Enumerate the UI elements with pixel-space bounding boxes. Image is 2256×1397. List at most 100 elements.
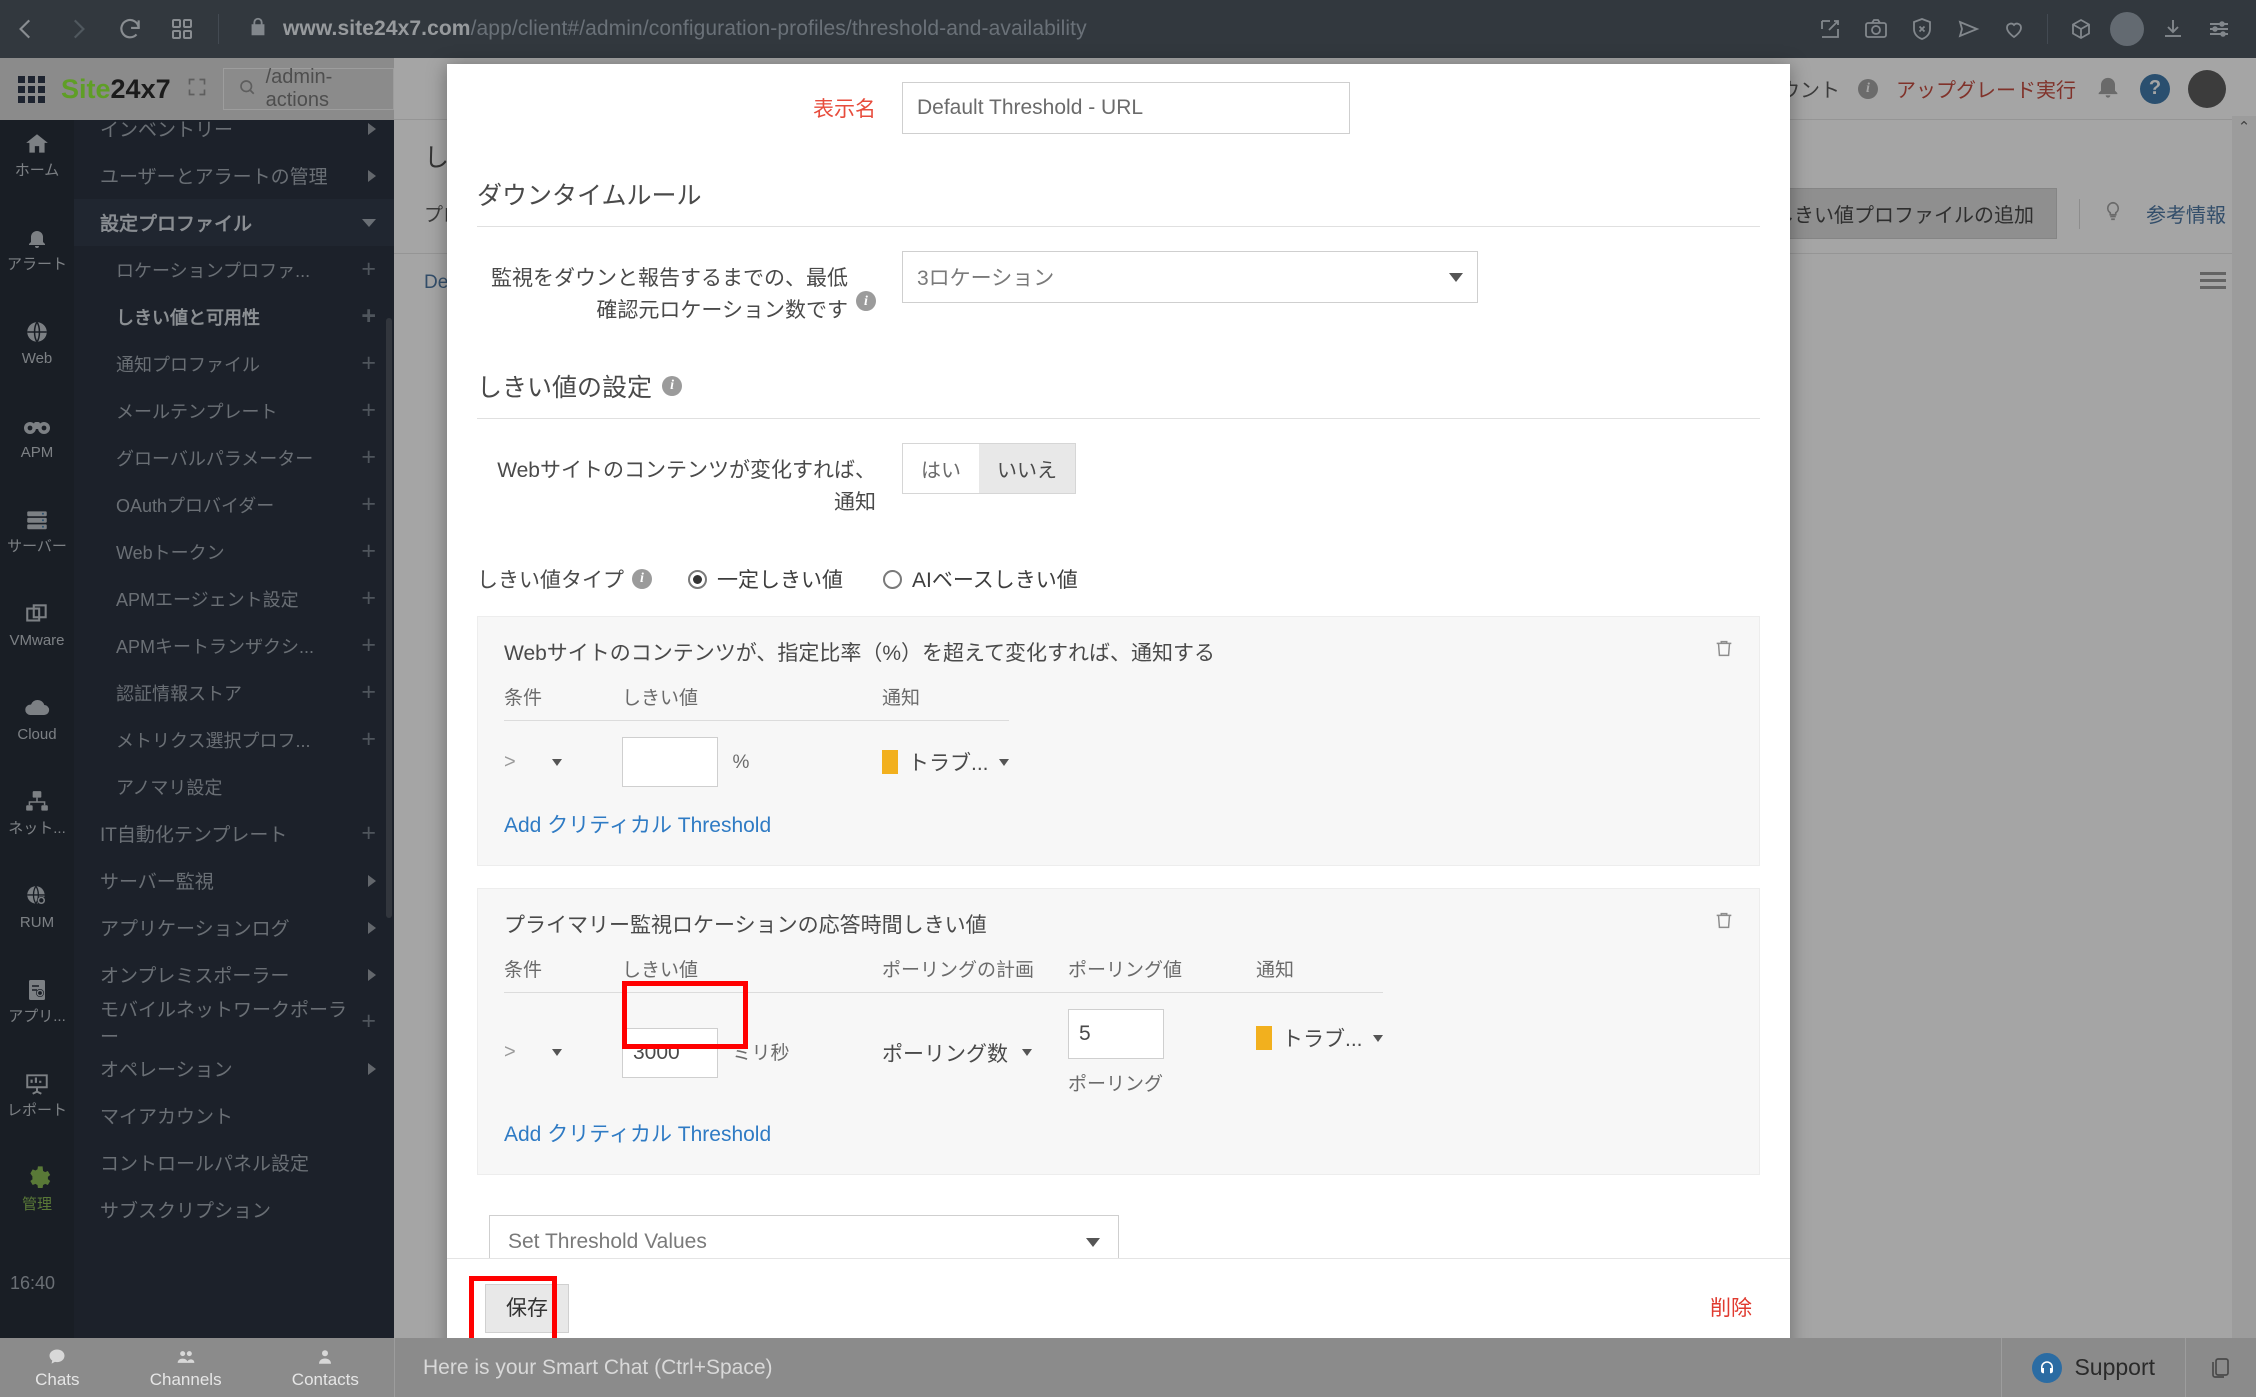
upgrade-link[interactable]: アップグレード実行 [1896, 74, 2076, 103]
min-locations-select[interactable]: 3ロケーション [902, 251, 1478, 303]
plus-icon[interactable]: + [361, 445, 376, 470]
sidebar-item-11[interactable]: APMエージェント設定 + [74, 575, 394, 622]
poll-value-input[interactable] [1068, 1009, 1164, 1059]
tab-chats[interactable]: Chats [35, 1346, 80, 1390]
rail-item-globe-search[interactable]: RUM [0, 858, 74, 952]
rail-item-layers[interactable]: VMware [0, 576, 74, 670]
sidebar-item-4[interactable]: ロケーションプロファ... + [74, 246, 394, 293]
plus-icon[interactable]: + [361, 821, 376, 846]
notification-select[interactable]: トラブ... [1256, 1023, 1383, 1053]
reference-link[interactable]: 参考情報 [2146, 199, 2226, 228]
trash-icon[interactable] [1713, 909, 1735, 936]
hamburger-icon[interactable] [2200, 272, 2226, 294]
rail-item-report[interactable]: レポート [0, 1046, 74, 1140]
sidebar-item-2[interactable]: ユーザーとアラートの管理 [74, 152, 394, 199]
sidebar-item-22[interactable]: マイアカウント [74, 1092, 394, 1139]
toggle-no[interactable]: いいえ [979, 444, 1075, 493]
threshold-value-input[interactable] [622, 737, 718, 787]
rail-item-doc-search[interactable]: アプリ... [0, 952, 74, 1046]
chevron-down-icon[interactable] [362, 218, 376, 227]
sidebar-item-7[interactable]: メールテンプレート + [74, 387, 394, 434]
help-icon[interactable]: ? [2140, 73, 2170, 104]
plus-icon[interactable]: + [361, 398, 376, 423]
add-critical-threshold-link[interactable]: Add クリティカル Threshold [504, 1096, 771, 1148]
settings-sliders-icon[interactable] [2196, 0, 2242, 58]
address-bar[interactable]: www.site24x7.com/app/client#/admin/confi… [229, 0, 1807, 58]
sidebar-item-10[interactable]: Webトークン + [74, 528, 394, 575]
tab-contacts[interactable]: Contacts [292, 1346, 359, 1390]
sidebar-item-19[interactable]: オンプレミスポーラー [74, 951, 394, 998]
sidebar-item-15[interactable]: アノマリ設定 [74, 763, 394, 810]
chevron-down-icon[interactable] [551, 1049, 562, 1056]
search-input[interactable]: /admin-actions [222, 66, 394, 111]
add-critical-threshold-link[interactable]: Add クリティカル Threshold [504, 787, 771, 839]
plus-icon[interactable]: + [361, 351, 376, 376]
rail-item-binoculars[interactable]: APM [0, 388, 74, 482]
chevron-right-icon[interactable] [368, 921, 376, 934]
sidebar-item-9[interactable]: OAuthプロバイダー + [74, 481, 394, 528]
info-icon[interactable]: i [856, 291, 876, 311]
set-threshold-values-select[interactable]: Set Threshold Values [489, 1215, 1119, 1258]
sidebar-scrollbar[interactable] [386, 318, 392, 918]
sidebar-item-6[interactable]: 通知プロファイル + [74, 340, 394, 387]
add-threshold-profile-button[interactable]: しきい値プロファイルの追加 [1751, 188, 2057, 239]
cube-icon[interactable] [2058, 0, 2104, 58]
sidebar-item-8[interactable]: グローバルパラメーター + [74, 434, 394, 481]
sidebar-item-24[interactable]: サブスクリプション [74, 1186, 394, 1233]
notification-select[interactable]: トラブ... [882, 747, 1009, 777]
delete-button[interactable]: 削除 [1710, 1292, 1752, 1322]
threshold-value-input[interactable] [622, 1027, 718, 1078]
scroll-up-arrow[interactable]: ⌃ [2238, 116, 2251, 138]
site24x7-logo[interactable]: Site24x7 [61, 74, 171, 105]
plus-icon[interactable]: + [361, 633, 376, 658]
sidebar-item-13[interactable]: 認証情報ストア + [74, 669, 394, 716]
forward-arrow-icon[interactable] [52, 0, 104, 58]
plus-icon[interactable]: + [361, 1009, 376, 1034]
plus-icon[interactable]: + [361, 304, 376, 329]
shield-x-icon[interactable] [1899, 0, 1945, 58]
rail-item-globe[interactable]: Web [0, 294, 74, 388]
info-icon[interactable]: i [662, 376, 683, 396]
heart-icon[interactable] [1991, 0, 2037, 58]
edit-pin-icon[interactable] [1807, 0, 1853, 58]
smart-chat-hint[interactable]: Here is your Smart Chat (Ctrl+Space) [394, 1338, 2001, 1397]
profile-avatar-icon[interactable] [2104, 0, 2150, 58]
plus-icon[interactable]: + [361, 539, 376, 564]
info-icon[interactable]: i [632, 569, 652, 589]
chevron-right-icon[interactable] [368, 874, 376, 887]
display-name-input[interactable] [902, 82, 1350, 134]
sidebar-item-20[interactable]: モバイルネットワークポーラー + [74, 998, 394, 1048]
grid-apps-icon[interactable] [18, 75, 45, 103]
grid-apps-icon[interactable] [156, 0, 208, 58]
page-scrollbar[interactable]: ⌃ ⌄ [2232, 116, 2256, 1396]
chevron-down-icon[interactable] [551, 758, 562, 766]
chevron-right-icon[interactable] [368, 122, 376, 135]
tab-channels[interactable]: Channels [150, 1346, 222, 1390]
sidebar-item-14[interactable]: メトリクス選択プロフ... + [74, 716, 394, 763]
trash-icon[interactable] [1713, 637, 1735, 664]
plus-icon[interactable]: + [361, 492, 376, 517]
send-icon[interactable] [1945, 0, 1991, 58]
chevron-right-icon[interactable] [368, 968, 376, 981]
content-change-toggle[interactable]: はい いいえ [902, 443, 1076, 494]
reload-icon[interactable] [104, 0, 156, 58]
plus-icon[interactable]: + [361, 727, 376, 752]
rail-item-gear[interactable]: 管理 [0, 1140, 74, 1234]
rail-item-cloud[interactable]: Cloud [0, 670, 74, 764]
chevron-right-icon[interactable] [368, 1062, 376, 1075]
plus-icon[interactable]: + [361, 586, 376, 611]
plus-icon[interactable]: + [361, 257, 376, 282]
rail-item-home[interactable]: ホーム [0, 106, 74, 200]
back-arrow-icon[interactable] [0, 0, 52, 58]
sidebar-item-16[interactable]: IT自動化テンプレート + [74, 810, 394, 857]
camera-icon[interactable] [1853, 0, 1899, 58]
rail-item-bell[interactable]: アラート [0, 200, 74, 294]
support-button[interactable]: Support [2001, 1338, 2186, 1397]
sidebar-item-5[interactable]: しきい値と可用性 + [74, 293, 394, 340]
radio-static-threshold[interactable]: 一定しきい値 [688, 564, 843, 594]
user-avatar[interactable] [2188, 69, 2226, 108]
notes-icon[interactable] [2186, 1338, 2256, 1397]
sidebar-item-12[interactable]: APMキートランザクシ... + [74, 622, 394, 669]
sidebar-item-21[interactable]: オペレーション [74, 1045, 394, 1092]
rail-item-network[interactable]: ネット... [0, 764, 74, 858]
